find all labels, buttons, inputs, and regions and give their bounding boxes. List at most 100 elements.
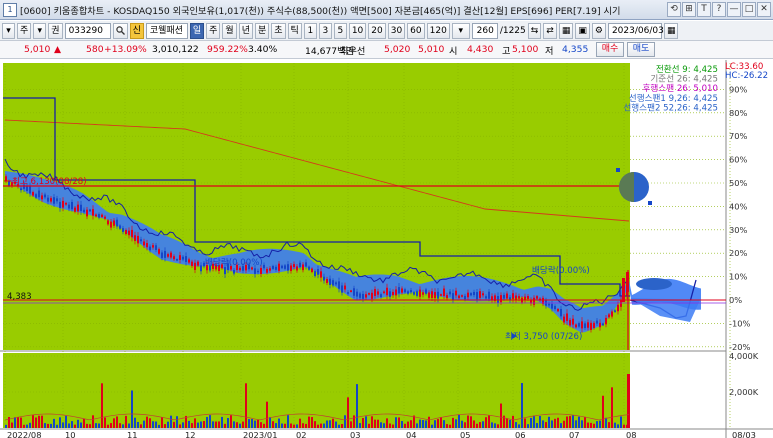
period-tick-button[interactable]: 틱 [287, 22, 302, 39]
magnifier-icon[interactable] [112, 22, 128, 39]
volume-bar [542, 420, 544, 428]
candle-body [170, 252, 172, 258]
candle-body [347, 292, 349, 294]
help-icon[interactable]: ? [712, 2, 726, 17]
close-icon[interactable]: ✕ [757, 2, 771, 17]
volume-bar [545, 422, 547, 428]
minute-step-5[interactable]: 5 [333, 22, 347, 39]
sell-button[interactable]: 매도 [627, 42, 655, 57]
candle-body [581, 321, 583, 329]
zoom-out-icon[interactable]: ⇄ [543, 22, 557, 39]
zoom-in-icon[interactable]: ⇆ [527, 22, 542, 39]
candle-body [590, 322, 592, 330]
bar-count-total: /1225 [499, 25, 526, 36]
gear-icon[interactable]: ⚙ [591, 22, 606, 39]
volume-bar [470, 416, 472, 428]
volume-bar [53, 418, 55, 428]
candle-body [554, 306, 556, 310]
date-input[interactable]: 2023/06/03 [607, 22, 664, 39]
refresh-icon[interactable]: ⟲ [667, 2, 681, 17]
volume-bar [443, 420, 445, 428]
candle-body [371, 292, 373, 299]
maximize-icon[interactable]: □ [742, 2, 756, 17]
period-year-button[interactable]: 년 [238, 22, 253, 39]
save-icon[interactable]: ▣ [575, 22, 590, 39]
candle-body [137, 235, 139, 244]
volume-bar [95, 423, 97, 428]
minute-step-10[interactable]: 10 [348, 22, 367, 39]
text-icon[interactable]: T [697, 2, 711, 17]
stock-code-input[interactable]: 033290 [64, 22, 111, 39]
stock-type-dropdown[interactable]: ▾ [33, 22, 47, 39]
minute-step-60[interactable]: 60 [407, 22, 425, 39]
volume-bar [233, 421, 235, 428]
minute-step-120[interactable]: 120 [426, 22, 450, 39]
period-minute-button[interactable]: 분 [254, 22, 270, 39]
layout-icon[interactable]: ⊞ [682, 2, 696, 17]
volume-bar [389, 423, 391, 428]
volume-bar [380, 422, 382, 428]
volume-bar [587, 422, 589, 428]
candle-body [593, 322, 595, 328]
candle-body [467, 292, 469, 298]
buy-button[interactable]: 매수 [596, 42, 624, 57]
candle-body [500, 295, 502, 303]
best-ask: 5,020 [384, 44, 411, 55]
candle-body [116, 219, 118, 227]
chart-canvas[interactable]: 90%80%70%60%50%40%30%20%10%0%-10%-20% 4,… [0, 60, 773, 438]
volume-bar [146, 416, 148, 428]
candle-body [326, 278, 328, 283]
period-second-button[interactable]: 초 [271, 22, 286, 39]
bar-count-input[interactable]: 260 [471, 22, 498, 39]
candle-body [350, 290, 352, 292]
menu-dropdown-button[interactable]: ▾ [2, 22, 15, 39]
rights-button[interactable]: 권 [48, 22, 63, 39]
volume-bar [359, 423, 361, 428]
calendar-icon[interactable]: ▦ [663, 22, 679, 39]
volume-bar [80, 422, 82, 428]
candle-body [407, 291, 409, 294]
minute-step-30[interactable]: 30 [387, 22, 406, 39]
volume-bar [191, 423, 193, 428]
candle-body [365, 294, 367, 298]
minute-step-dropdown[interactable]: ▾ [451, 22, 470, 39]
volume-bar [281, 423, 283, 428]
minimize-icon[interactable]: — [727, 2, 741, 17]
price-axis-label: -10% [729, 318, 751, 328]
candle-body [620, 300, 622, 307]
volume-bar [425, 420, 427, 428]
candle-body [323, 276, 325, 281]
volume-bar [278, 418, 280, 428]
candle-body [479, 291, 481, 298]
stock-type-button[interactable]: 주 [17, 22, 32, 39]
minute-step-3[interactable]: 3 [318, 22, 332, 39]
candle-body [146, 243, 148, 248]
volume-bar [581, 420, 583, 428]
volume-bar [122, 424, 124, 428]
period-day-button[interactable]: 일 [189, 22, 205, 39]
candle-body [449, 291, 451, 295]
period-month-button[interactable]: 월 [222, 22, 237, 39]
minute-step-20[interactable]: 20 [368, 22, 386, 39]
candle-body [389, 291, 391, 298]
volume-bar [110, 423, 112, 428]
chart-toolbar: ▾ 주 ▾ 권 033290 신 코웰패션 일 주 월 년 분 초 틱 1 3 … [0, 21, 773, 41]
volume-bar [419, 419, 421, 428]
period-week-button[interactable]: 주 [206, 22, 221, 39]
ichimoku-chart[interactable]: 90% 80% 70% 60% 50% 40% 30% 20% 10% 0% -10% -20% 4,… [0, 60, 773, 438]
legend-entry: 기준선 26: 4,425 [650, 74, 718, 85]
candle-body [422, 292, 424, 295]
candle-body [290, 265, 292, 272]
candle-body [125, 229, 127, 235]
candle-body [281, 265, 283, 269]
candle-body [179, 255, 181, 260]
volume-bar [437, 419, 439, 428]
candle-body [188, 259, 190, 263]
volume-bar [182, 422, 184, 428]
candle-body [434, 292, 436, 299]
grid-icon[interactable]: ▦ [558, 22, 574, 39]
candle-body [461, 295, 463, 297]
minute-step-1[interactable]: 1 [303, 22, 317, 39]
volume-bar [248, 419, 250, 428]
volume-bar [473, 420, 475, 428]
